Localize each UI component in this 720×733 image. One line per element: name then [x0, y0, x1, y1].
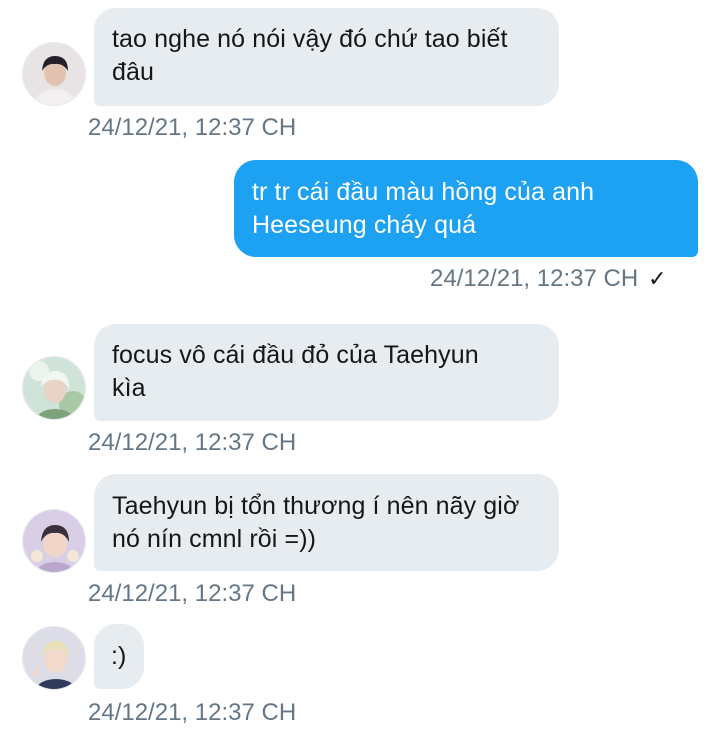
message-timestamp: 24/12/21, 12:37 CH — [88, 699, 297, 726]
message-bubble-incoming[interactable]: Taehyun bị tổn thương í nên nãy giờ nó n… — [94, 474, 559, 571]
checkmark-icon: ✓ — [648, 266, 667, 291]
message-bubble-incoming[interactable]: tao nghe nó nói vậy đó chứ tao biết đâu — [94, 8, 559, 106]
message-text-line: kìa — [112, 374, 146, 402]
message-text-line: focus vô cái đầu đỏ của Taehyun — [112, 341, 479, 369]
message-text-line: đâu — [112, 58, 155, 86]
message-text-line: :) — [111, 642, 127, 670]
avatar[interactable] — [22, 509, 86, 573]
message-timestamp: 24/12/21, 12:37 CH — [88, 114, 297, 141]
message-bubble-incoming[interactable]: :) — [94, 624, 144, 689]
avatar[interactable] — [22, 356, 86, 420]
avatar[interactable] — [22, 42, 86, 106]
message-timestamp: 24/12/21, 12:37 CH — [430, 265, 639, 292]
message-text-line: tao nghe nó nói vậy đó chứ tao biết — [112, 25, 508, 53]
message-text-line: Heeseung cháy quá — [252, 211, 477, 239]
message-bubble-incoming[interactable]: focus vô cái đầu đỏ của Taehyun kìa — [94, 324, 559, 421]
message-text-line: tr tr cái đầu màu hồng của anh — [252, 178, 595, 206]
message-timestamp-row: 24/12/21, 12:37 CH ✓ — [430, 265, 667, 293]
message-text-line: Taehyun bị tổn thương í nên nãy giờ — [112, 492, 520, 520]
message-timestamp: 24/12/21, 12:37 CH — [88, 580, 297, 607]
message-bubble-outgoing[interactable]: tr tr cái đầu màu hồng của anh Heeseung … — [234, 160, 698, 257]
message-timestamp: 24/12/21, 12:37 CH — [88, 429, 297, 456]
avatar[interactable] — [22, 626, 86, 690]
message-text-line: nó nín cmnl rồi =)) — [112, 525, 317, 553]
